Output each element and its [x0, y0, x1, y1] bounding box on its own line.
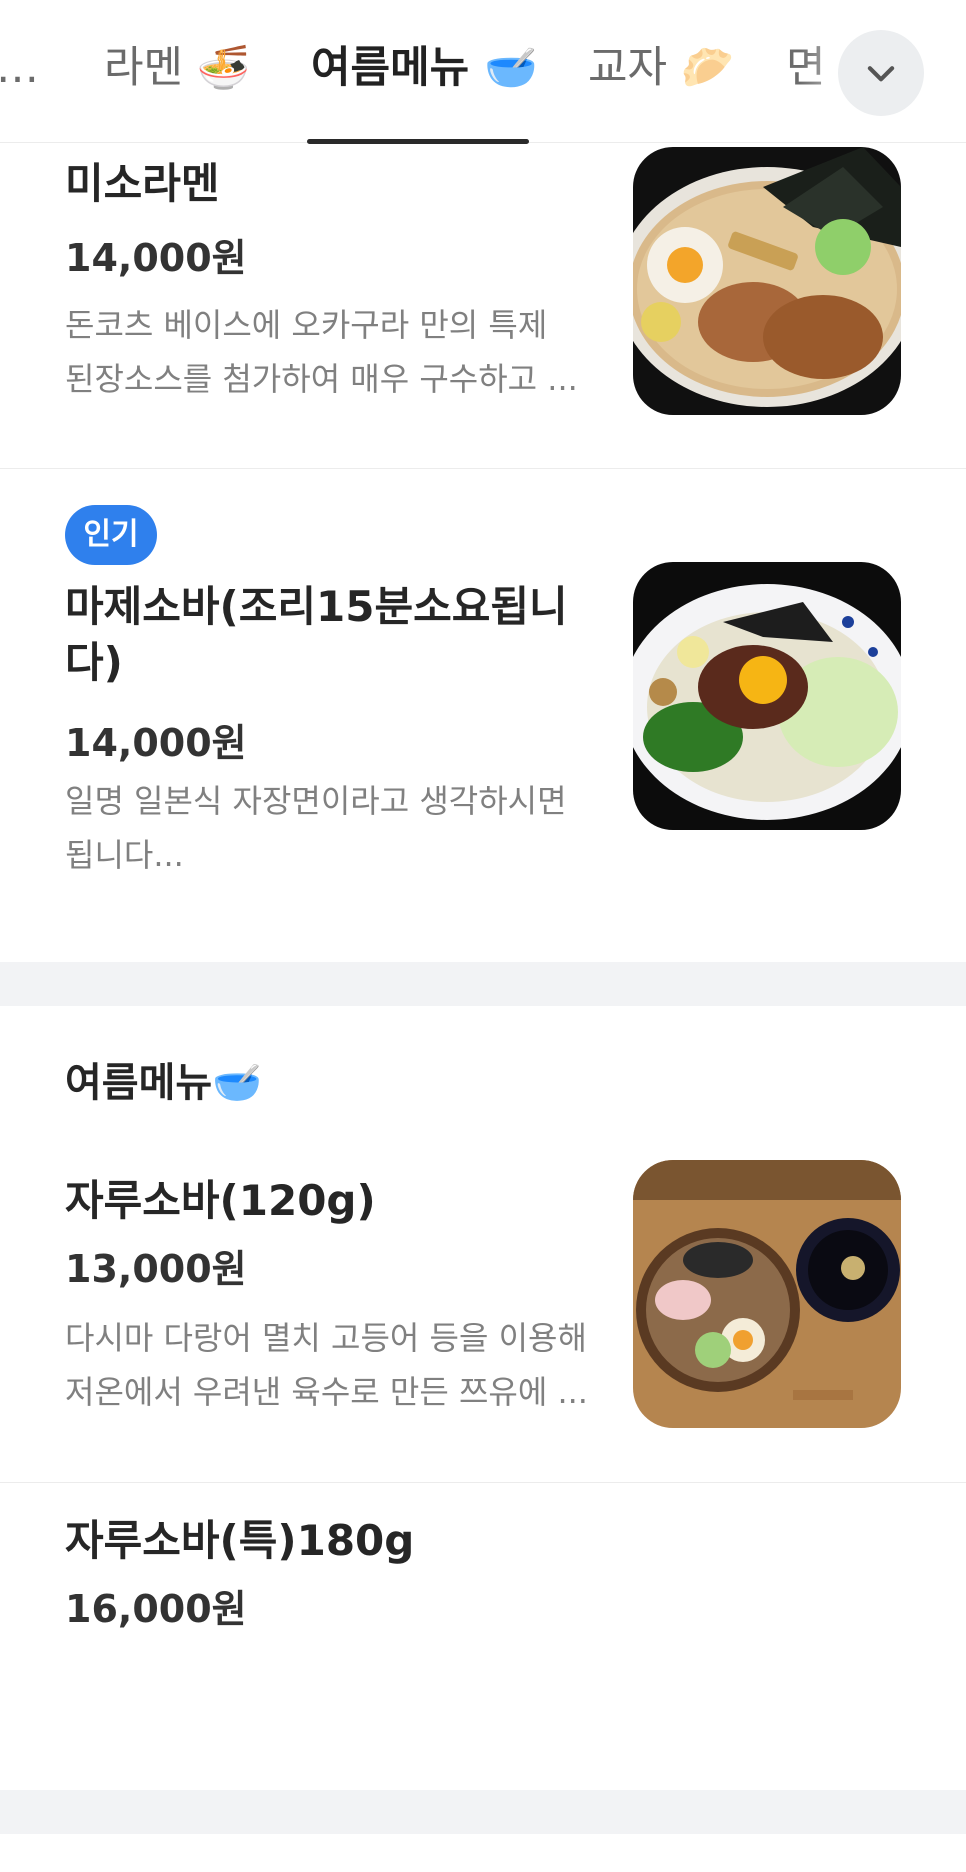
- item-price: 14,000원: [65, 236, 247, 280]
- item-description: 돈코츠 베이스에 오카구라 만의 특제 된장소스를 첨가하여 매우 구수하고 .…: [65, 306, 578, 398]
- menu-item-zaru-soba-180g[interactable]: 자루소바(특)180g 16,000원: [0, 1483, 966, 1790]
- menu-item-zaru-soba-120g[interactable]: 자루소바(120g) 13,000원 다시마 다랑어 멸치 고등어 등을 이용해…: [0, 1150, 966, 1482]
- item-price: 16,000원: [65, 1587, 247, 1631]
- item-description: 다시마 다랑어 멸치 고등어 등을 이용해 저온에서 우려낸 육수로 만든 쯔유…: [65, 1319, 588, 1411]
- item-image: [633, 562, 901, 830]
- tab-gyoza[interactable]: 교자 🥟: [588, 38, 734, 98]
- item-price: 13,000원: [65, 1247, 247, 1291]
- category-tab-bar: … 라멘 🍜 여름메뉴 🥣 교자 🥟 면: [0, 0, 966, 144]
- item-image: [633, 147, 901, 415]
- popular-badge: 인기: [65, 505, 157, 565]
- chevron-down-icon: [867, 66, 895, 82]
- tab-label: 라멘: [104, 43, 184, 93]
- section-gap: [0, 962, 966, 1006]
- tab-ramen[interactable]: 라멘 🍜: [104, 38, 250, 98]
- menu-item-miso-ramen[interactable]: 미소라멘 14,000원 돈코츠 베이스에 오카구라 만의 특제 된장소스를 첨…: [0, 143, 966, 468]
- tab-previous[interactable]: …: [0, 38, 39, 98]
- category-dropdown-button[interactable]: [838, 30, 924, 116]
- item-price: 14,000원: [65, 721, 247, 765]
- item-name: 자루소바(120g): [65, 1176, 376, 1225]
- ramen-emoji-icon: 🍜: [196, 43, 251, 93]
- section-gap: [0, 1790, 966, 1834]
- tab-label: 교자: [588, 43, 668, 93]
- tab-label: …: [0, 43, 39, 93]
- section-title: 여름메뉴🥣: [65, 1060, 263, 1106]
- item-name: 자루소바(특)180g: [65, 1516, 415, 1565]
- tab-summer-menu[interactable]: 여름메뉴 🥣: [311, 38, 538, 98]
- dumpling-emoji-icon: 🥟: [680, 43, 735, 93]
- tab-label: 여름메뉴: [311, 43, 470, 93]
- item-name: 마제소바(조리15분소요됩니 다): [65, 582, 568, 687]
- item-name: 미소라멘: [65, 159, 220, 208]
- bowl-emoji-icon: 🥣: [484, 43, 538, 93]
- item-description: 일명 일본식 자장면이라고 생각하시면 됩니다...: [65, 782, 567, 874]
- item-image: [633, 1160, 901, 1428]
- bowl-emoji-icon: 🥣: [212, 1060, 263, 1106]
- menu-item-mazesoba[interactable]: 인기 마제소바(조리15분소요됩니 다) 14,000원 일명 일본식 자장면이…: [0, 469, 966, 962]
